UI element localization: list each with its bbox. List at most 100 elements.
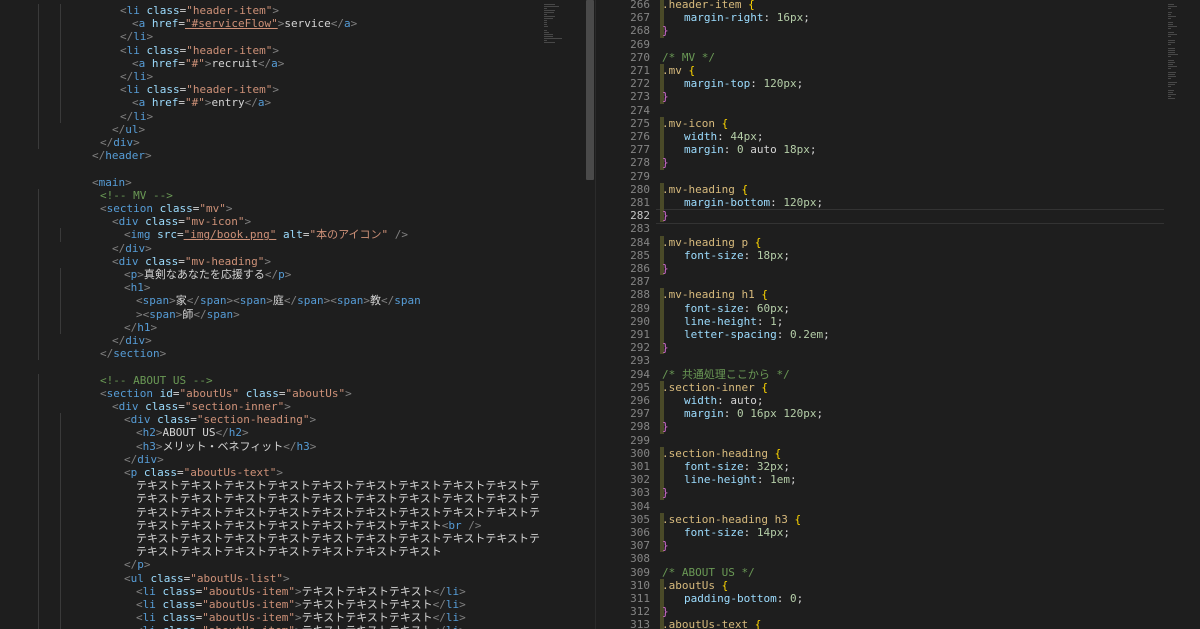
html-code-line[interactable]: <a href="#serviceFlow">service</a> xyxy=(0,17,540,31)
css-code-line[interactable]: 292} xyxy=(596,341,1200,355)
html-code-line[interactable]: テキストテキストテキストテキストテキストテキストテキストテキストテキストテキスト… xyxy=(0,532,540,546)
css-code-line[interactable]: 310 .aboutUs { xyxy=(596,578,1200,592)
html-code-line[interactable]: <div class="mv-icon"> xyxy=(0,215,540,229)
css-code-line[interactable]: 295 .section-inner { xyxy=(596,380,1200,394)
css-code-line[interactable]: 308 xyxy=(596,552,1200,565)
css-code-line[interactable]: 270 /* MV */ xyxy=(596,51,1200,64)
html-editor-pane[interactable]: <li class="header-item"> <a href="#servic… xyxy=(0,0,540,629)
html-code-line[interactable]: </header> xyxy=(0,149,540,162)
html-code-line[interactable]: <h3>メリット・ベネフィット</h3> xyxy=(0,439,540,453)
css-code-line[interactable]: 281 margin-bottom: 120px; xyxy=(596,196,1200,210)
css-code-line[interactable]: 287 xyxy=(596,275,1200,288)
css-code-line[interactable]: 313 .aboutUs-text { xyxy=(596,618,1200,629)
css-code-line[interactable]: 305 .section-heading h3 { xyxy=(596,512,1200,526)
html-code-line[interactable]: <div class="section-heading"> xyxy=(0,413,540,427)
html-code-line[interactable]: <h1> xyxy=(0,281,540,295)
html-code-line[interactable]: </div> xyxy=(0,334,540,348)
html-code-line[interactable]: <!-- ABOUT US --> xyxy=(0,373,540,387)
html-code-line[interactable]: <p class="aboutUs-text"> xyxy=(0,466,540,480)
css-code-line[interactable]: 269 xyxy=(596,38,1200,51)
css-code-line[interactable]: 271 .mv { xyxy=(596,64,1200,78)
html-code-line[interactable]: </li> xyxy=(0,30,540,44)
html-code-line[interactable]: <h2>ABOUT US</h2> xyxy=(0,426,540,440)
css-code-line[interactable]: 275 .mv-icon { xyxy=(596,116,1200,130)
css-code-line[interactable]: 274 xyxy=(596,104,1200,117)
html-code-line[interactable]: <section id="aboutUs" class="aboutUs"> xyxy=(0,386,540,400)
html-code-line[interactable]: <main> xyxy=(0,176,540,189)
css-code-line[interactable]: 267 margin-right: 16px; xyxy=(596,11,1200,25)
css-code-line[interactable]: 276 width: 44px; xyxy=(596,130,1200,144)
css-code-line[interactable]: 279 xyxy=(596,170,1200,183)
html-code-line[interactable]: テキストテキストテキストテキストテキストテキストテキストテキストテキストテキスト… xyxy=(0,492,540,506)
css-code-line[interactable]: 306 font-size: 14px; xyxy=(596,526,1200,540)
css-code-line[interactable]: 288 .mv-heading h1 { xyxy=(596,288,1200,302)
css-code-line[interactable]: 282} xyxy=(596,209,1200,225)
html-code-line[interactable]: <p>真剣なあなたを応援する</p> xyxy=(0,268,540,282)
html-scroll-thumb[interactable] xyxy=(586,0,594,180)
html-code-line[interactable]: <li class="aboutUs-item">テキストテキストテキスト</l… xyxy=(0,598,540,612)
html-code-line[interactable]: </div> xyxy=(0,241,540,255)
html-code-line[interactable]: <!-- MV --> xyxy=(0,188,540,202)
html-code-line[interactable]: </section> xyxy=(0,347,540,361)
css-code-line[interactable]: 280 .mv-heading { xyxy=(596,182,1200,196)
html-code-line[interactable]: テキストテキストテキストテキストテキストテキストテキストテキストテキストテキスト… xyxy=(0,505,540,519)
css-code-line[interactable]: 285 font-size: 18px; xyxy=(596,248,1200,262)
css-code-line[interactable]: 301 font-size: 32px; xyxy=(596,460,1200,474)
css-code-line[interactable]: 302 line-height: 1em; xyxy=(596,473,1200,487)
html-code-line[interactable]: <div class="section-inner"> xyxy=(0,400,540,414)
css-code-line[interactable]: 286} xyxy=(596,262,1200,276)
css-code-line[interactable]: 277 margin: 0 auto 18px; xyxy=(596,143,1200,157)
css-code-line[interactable]: 298} xyxy=(596,420,1200,434)
css-code-line[interactable]: 303} xyxy=(596,486,1200,500)
css-code-line[interactable]: 312} xyxy=(596,605,1200,619)
html-code-line[interactable]: <li class="aboutUs-item">テキストテキストテキスト</l… xyxy=(0,611,540,625)
html-code-line[interactable] xyxy=(0,162,540,175)
html-code-line[interactable]: </li> xyxy=(0,109,540,123)
html-code-line[interactable]: <section class="mv"> xyxy=(0,202,540,216)
css-code-line[interactable]: 304 xyxy=(596,500,1200,513)
html-code-line[interactable]: <li class="aboutUs-item">テキストテキストテキスト</l… xyxy=(0,584,540,598)
html-code-line[interactable]: </div> xyxy=(0,452,540,466)
html-code-line[interactable]: </ul> xyxy=(0,122,540,136)
html-code-line[interactable]: <img src="img/book.png" alt="本のアイコン" /> xyxy=(0,228,540,242)
html-code-line[interactable]: <li class="header-item"> xyxy=(0,83,540,97)
html-code-line[interactable]: </p> xyxy=(0,558,540,572)
html-code-line[interactable]: </li> xyxy=(0,70,540,84)
html-code-line[interactable]: <li class="header-item"> xyxy=(0,43,540,57)
html-code-line[interactable]: ><span>師</span> xyxy=(0,307,540,321)
html-code-line[interactable]: <a href="#">recruit</a> xyxy=(0,56,540,70)
css-code-line[interactable]: 294 /* 共通処理ここから */ xyxy=(596,368,1200,381)
html-code-line[interactable]: テキストテキストテキストテキストテキストテキストテキストテキストテキストテキスト… xyxy=(0,479,540,493)
html-minimap[interactable] xyxy=(540,0,584,629)
css-code-line[interactable]: 296 width: auto; xyxy=(596,394,1200,408)
css-code-line[interactable]: 273} xyxy=(596,90,1200,104)
css-code-line[interactable]: 290 line-height: 1; xyxy=(596,314,1200,328)
css-code-line[interactable]: 266 .header-item { xyxy=(596,0,1200,12)
css-code-line[interactable]: 311 padding-bottom: 0; xyxy=(596,592,1200,606)
html-code-line[interactable]: </div> xyxy=(0,136,540,150)
css-code-line[interactable]: 297 margin: 0 16px 120px; xyxy=(596,407,1200,421)
css-code-line[interactable]: 272 margin-top: 120px; xyxy=(596,77,1200,91)
css-code-line[interactable]: 284 .mv-heading p { xyxy=(596,235,1200,249)
html-code-line[interactable]: <li class="aboutUs-item">テキストテキストテキスト</l… xyxy=(0,624,540,629)
css-code-line[interactable]: 278} xyxy=(596,156,1200,170)
html-code-line[interactable]: </h1> xyxy=(0,320,540,334)
html-code-line[interactable]: テキストテキストテキストテキストテキストテキストテキスト xyxy=(0,545,540,559)
css-minimap[interactable] xyxy=(1164,0,1200,629)
html-code-line[interactable] xyxy=(0,360,540,373)
css-code-line[interactable]: 289 font-size: 60px; xyxy=(596,301,1200,315)
css-code-line[interactable]: 307} xyxy=(596,539,1200,553)
css-code-line[interactable]: 293 xyxy=(596,354,1200,367)
css-code-line[interactable]: 291 letter-spacing: 0.2em; xyxy=(596,328,1200,342)
html-code-line[interactable]: テキストテキストテキストテキストテキストテキストテキスト<br /> xyxy=(0,518,540,532)
css-code-line[interactable]: 283 xyxy=(596,222,1200,235)
css-editor-pane[interactable]: 266 .header-item {267 margin-right: 16px; 2… xyxy=(596,0,1200,629)
css-code-line[interactable]: 309 /* ABOUT US */ xyxy=(596,566,1200,579)
html-code-line[interactable]: <span>家</span><span>庭</span><span>教</spa… xyxy=(0,294,540,308)
css-code-line[interactable]: 300 .section-heading { xyxy=(596,446,1200,460)
html-code-line[interactable]: <div class="mv-heading"> xyxy=(0,254,540,268)
html-code-line[interactable]: <li class="header-item"> xyxy=(0,4,540,18)
html-code-line[interactable]: <ul class="aboutUs-list"> xyxy=(0,571,540,585)
css-code-line[interactable]: 299 xyxy=(596,434,1200,447)
html-code-line[interactable]: <a href="#">entry</a> xyxy=(0,96,540,110)
